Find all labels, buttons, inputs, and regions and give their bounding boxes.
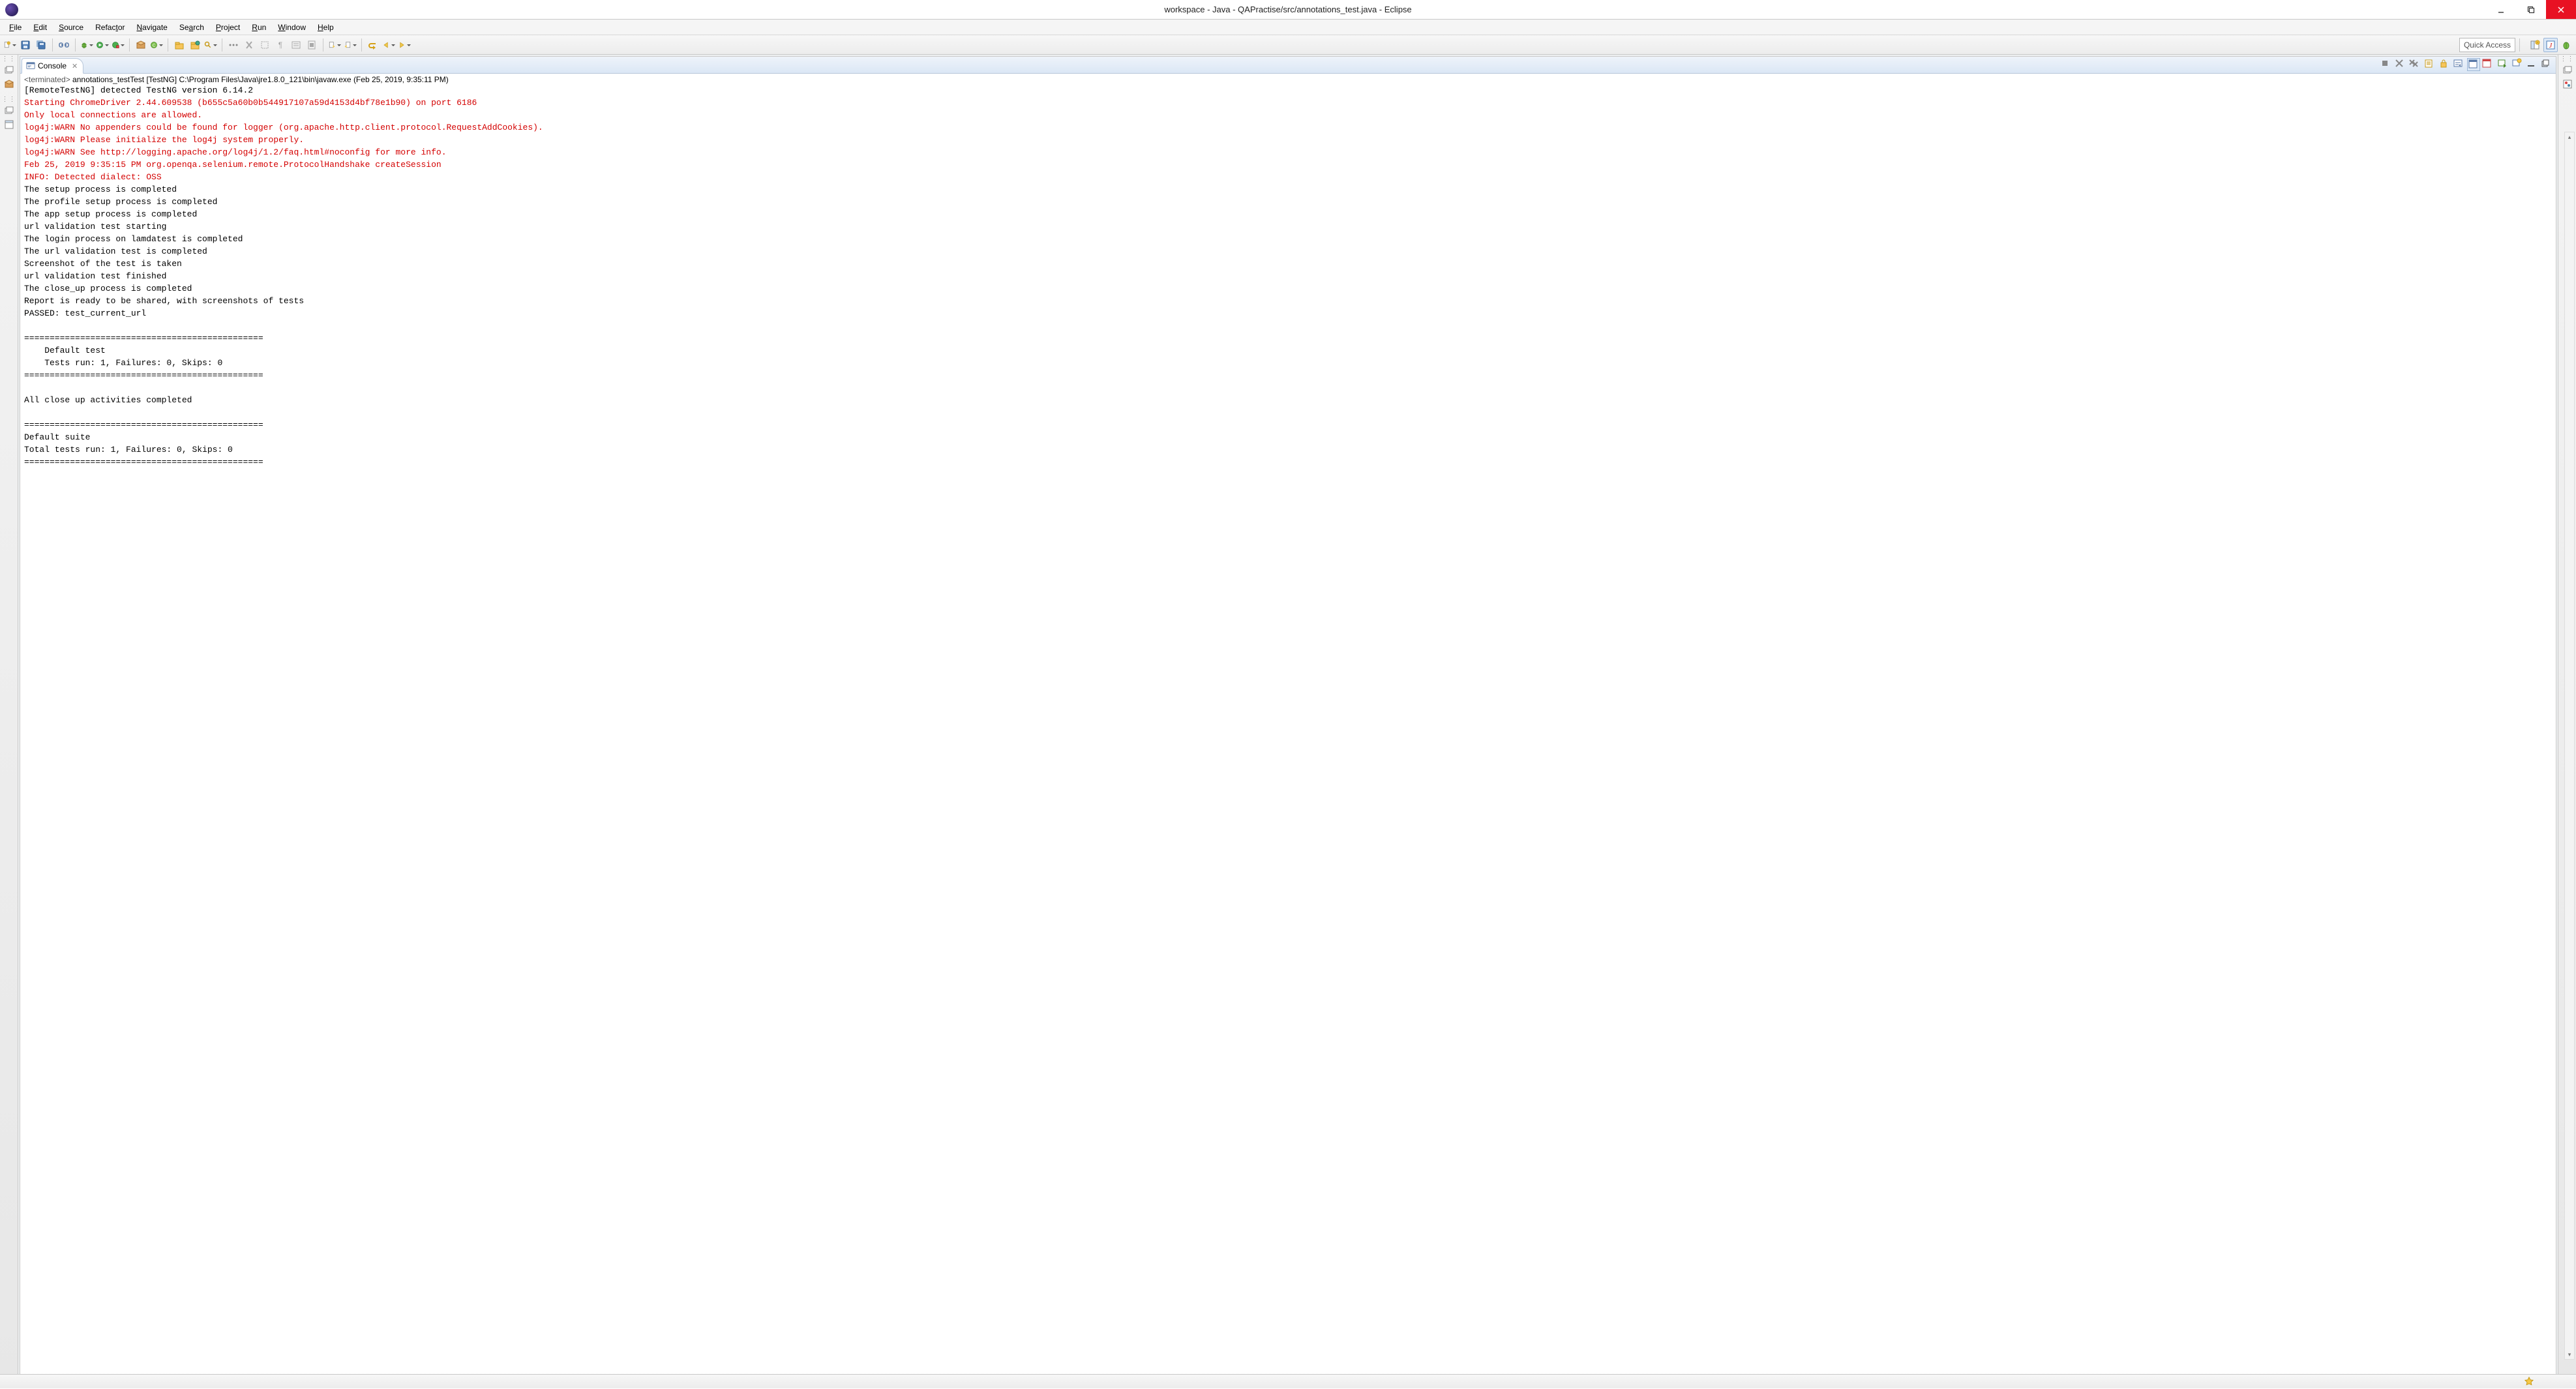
console-tab[interactable]: Console ✕ xyxy=(22,58,83,74)
console-launch-desc: annotations_testTest [TestNG] C:\Program… xyxy=(70,75,449,84)
link-with-editor-button[interactable] xyxy=(57,38,71,52)
open-task-button[interactable] xyxy=(188,38,202,52)
menu-refactor[interactable]: Refactor xyxy=(90,22,130,33)
console-text: [RemoteTestNG] detected TestNG version 6… xyxy=(24,84,2552,468)
menu-run[interactable]: Run xyxy=(247,22,271,33)
center-area: Console ✕ xyxy=(18,55,2558,1388)
scroll-up-icon[interactable]: ▴ xyxy=(2565,132,2574,142)
maximize-button[interactable] xyxy=(2516,0,2546,19)
run-button[interactable] xyxy=(95,38,110,52)
scroll-lock-button[interactable] xyxy=(2438,58,2451,71)
restore-view-button[interactable] xyxy=(3,64,15,76)
debug-button[interactable] xyxy=(80,38,94,52)
left-trim: ⋮⋮ ⋮⋮ xyxy=(0,55,18,1388)
editor-trim-icon[interactable] xyxy=(3,119,15,130)
drag-handle-icon: ⋮⋮ xyxy=(2,57,16,61)
task-list-trim-icon[interactable] xyxy=(2562,78,2573,90)
menu-source[interactable]: Source xyxy=(53,22,89,33)
java-perspective-button[interactable]: J xyxy=(2543,38,2558,52)
close-button[interactable] xyxy=(2546,0,2576,19)
restore-view-button[interactable] xyxy=(2562,64,2573,76)
tip-of-the-day-icon[interactable] xyxy=(2524,1377,2534,1387)
menu-navigate[interactable]: Navigate xyxy=(131,22,172,33)
eclipse-app-icon xyxy=(5,3,18,16)
open-type-button[interactable] xyxy=(172,38,187,52)
separator xyxy=(361,38,362,52)
console-toolbar xyxy=(2380,58,2553,71)
new-button[interactable] xyxy=(3,38,17,52)
perspective-switcher: J xyxy=(2528,38,2573,52)
drag-handle-icon: ⋮⋮ xyxy=(2,98,16,102)
workbench-body: ⋮⋮ ⋮⋮ Console ✕ xyxy=(0,55,2576,1388)
statusbar xyxy=(0,1374,2576,1388)
coverage-button[interactable] xyxy=(111,38,125,52)
console-tab-label: Console xyxy=(38,61,67,70)
new-java-package-button[interactable] xyxy=(134,38,148,52)
toggle-breadcrumb-button[interactable] xyxy=(226,38,241,52)
word-wrap-button[interactable] xyxy=(2453,58,2466,71)
save-all-button[interactable] xyxy=(34,38,48,52)
separator xyxy=(129,38,130,52)
next-annotation-button[interactable] xyxy=(327,38,342,52)
toggle-word-wrap-button[interactable] xyxy=(289,38,303,52)
console-description: <terminated> annotations_testTest [TestN… xyxy=(20,74,2556,84)
show-whitespace-button[interactable]: ¶ xyxy=(273,38,288,52)
back-button[interactable] xyxy=(382,38,396,52)
clear-console-button[interactable] xyxy=(2424,58,2437,71)
show-selected-element-button[interactable] xyxy=(305,38,319,52)
svg-text:J: J xyxy=(2549,42,2553,50)
console-output-area[interactable]: [RemoteTestNG] detected TestNG version 6… xyxy=(20,84,2556,1375)
drag-handle-icon: ⋮⋮ xyxy=(2560,57,2575,61)
pin-console-button[interactable] xyxy=(2467,58,2480,71)
block-selection-button[interactable] xyxy=(258,38,272,52)
close-tab-icon[interactable]: ✕ xyxy=(72,62,78,70)
minimize-button[interactable] xyxy=(2486,0,2516,19)
minimize-view-button[interactable] xyxy=(2526,58,2539,71)
titlebar: workspace - Java - QAPractise/src/annota… xyxy=(0,0,2576,20)
menu-project[interactable]: Project xyxy=(211,22,245,33)
quick-access-input[interactable]: Quick Access xyxy=(2459,38,2515,52)
restore-view-button[interactable] xyxy=(2540,58,2553,71)
remove-all-terminated-button[interactable] xyxy=(2408,58,2421,71)
last-edit-location-button[interactable] xyxy=(366,38,380,52)
separator xyxy=(52,38,53,52)
package-explorer-trim-icon[interactable] xyxy=(3,78,15,90)
window-controls xyxy=(2486,0,2576,19)
menubar: File Edit Source Refactor Navigate Searc… xyxy=(0,20,2576,35)
menu-search[interactable]: Search xyxy=(174,22,209,33)
terminated-label: <terminated> xyxy=(24,75,70,84)
previous-annotation-button[interactable] xyxy=(343,38,357,52)
forward-button[interactable] xyxy=(397,38,412,52)
svg-text:¶: ¶ xyxy=(278,40,282,50)
separator xyxy=(2519,38,2520,52)
console-icon xyxy=(26,61,35,70)
search-button[interactable] xyxy=(203,38,218,52)
svg-text:C: C xyxy=(153,43,156,48)
save-button[interactable] xyxy=(18,38,33,52)
window-title: workspace - Java - QAPractise/src/annota… xyxy=(0,5,2576,14)
view-tabbar: Console ✕ xyxy=(20,57,2556,74)
menu-help[interactable]: Help xyxy=(312,22,339,33)
new-java-class-button[interactable]: C xyxy=(149,38,164,52)
open-console-button[interactable] xyxy=(2511,58,2524,71)
scroll-down-icon[interactable]: ▾ xyxy=(2565,1350,2574,1359)
menu-window[interactable]: Window xyxy=(273,22,311,33)
restore-view-button[interactable] xyxy=(3,104,15,116)
menu-edit[interactable]: Edit xyxy=(28,22,52,33)
remove-launch-button[interactable] xyxy=(2394,58,2407,71)
show-console-when-output-button[interactable] xyxy=(2481,58,2494,71)
terminate-button[interactable] xyxy=(2380,58,2393,71)
display-selected-console-button[interactable] xyxy=(2497,58,2510,71)
main-toolbar: C ¶ Quick Access xyxy=(0,35,2576,55)
open-perspective-button[interactable] xyxy=(2528,38,2542,52)
menu-file[interactable]: File xyxy=(4,22,27,33)
vertical-scrollbar[interactable]: ▴ ▾ xyxy=(2564,132,2575,1360)
separator xyxy=(75,38,76,52)
console-view: Console ✕ xyxy=(20,56,2556,1387)
mark-occurrences-button[interactable] xyxy=(242,38,256,52)
debug-perspective-button[interactable] xyxy=(2559,38,2573,52)
